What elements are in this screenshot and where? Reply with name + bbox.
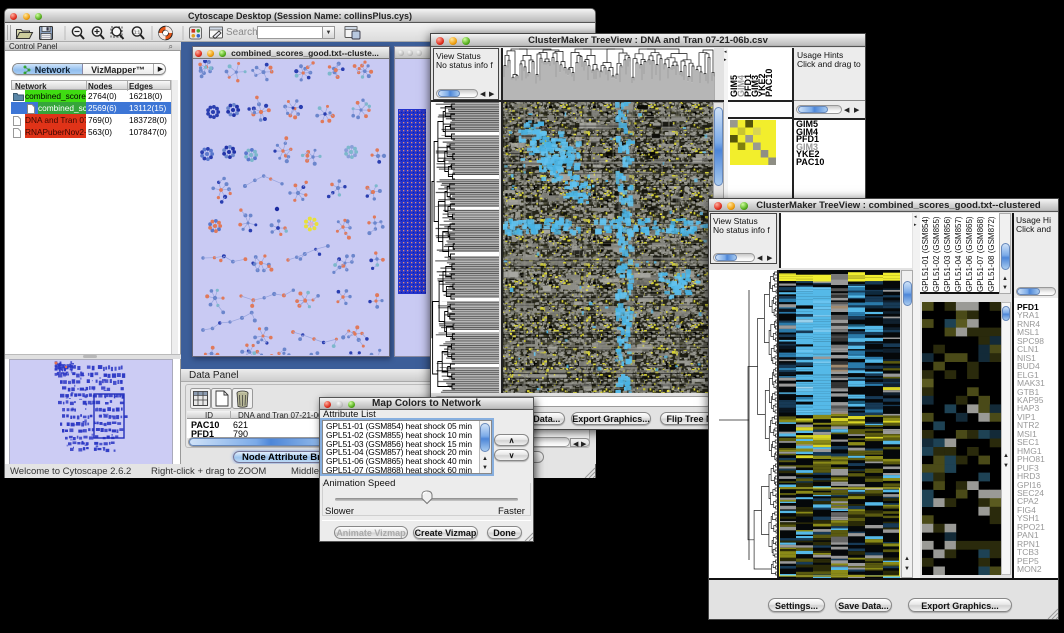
svg-text:GPL51-07 (GSM868): GPL51-07 (GSM868) bbox=[976, 216, 985, 292]
svg-text:PAC10: PAC10 bbox=[764, 69, 774, 97]
svg-text:1:1: 1:1 bbox=[134, 30, 141, 35]
svg-text:GPL51-06 (GSM865): GPL51-06 (GSM865) bbox=[965, 216, 974, 292]
svg-text:GPL51-03 (GSM856): GPL51-03 (GSM856) bbox=[943, 216, 952, 292]
svg-text:GPL51-08 (GSM872): GPL51-08 (GSM872) bbox=[987, 216, 996, 292]
svg-text:GPL51-04 (GSM857): GPL51-04 (GSM857) bbox=[954, 216, 963, 292]
svg-text:GPL51-02 (GSM855): GPL51-02 (GSM855) bbox=[932, 216, 941, 292]
svg-text:GPL51-01 (GSM854): GPL51-01 (GSM854) bbox=[921, 216, 930, 292]
